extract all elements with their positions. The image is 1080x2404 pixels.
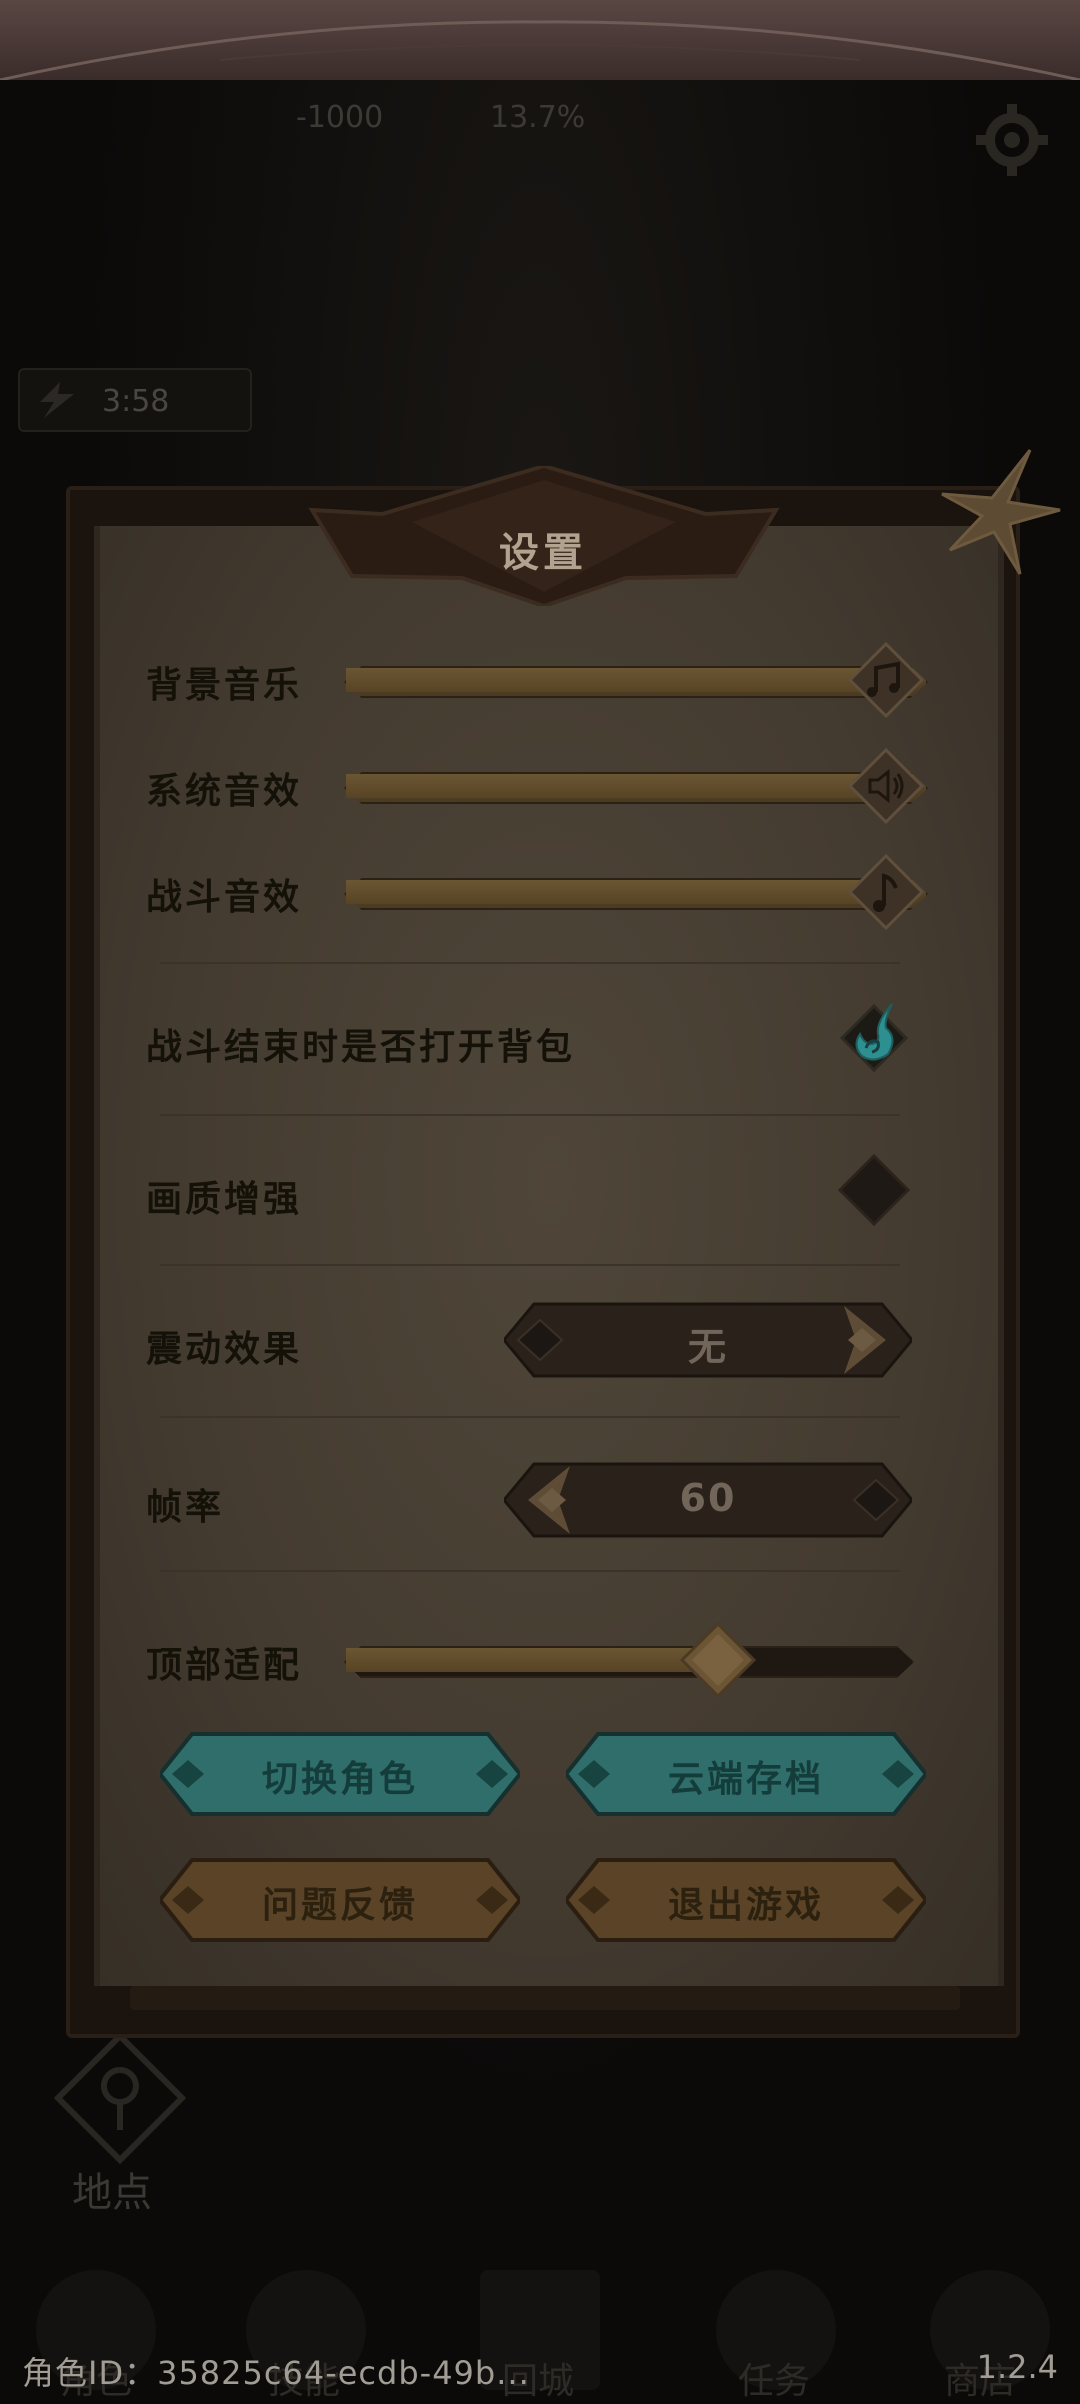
- divider: [160, 1416, 900, 1418]
- map-pin-icon[interactable]: [50, 2030, 190, 2170]
- divider: [160, 1570, 900, 1572]
- top-adapt-label: 顶部适配: [146, 1645, 303, 1686]
- slider-fill: [346, 774, 884, 798]
- divider: [160, 962, 900, 964]
- dialog-title: 设置: [499, 530, 587, 576]
- feedback-label: 问题反馈: [261, 1885, 418, 1926]
- hud-value-left: -1000: [296, 100, 384, 135]
- slider-fill: [346, 880, 884, 904]
- timer-text: 3:58: [102, 384, 170, 419]
- vibration-value: 无: [687, 1325, 728, 1369]
- gear-icon[interactable]: [972, 100, 1052, 180]
- vibration-selector[interactable]: 无: [504, 1302, 912, 1378]
- framerate-selector[interactable]: 60: [504, 1462, 912, 1538]
- cloud-save-button[interactable]: 云端存档: [566, 1730, 926, 1818]
- battle-sfx-label: 战斗音效: [146, 877, 303, 918]
- slider-fill: [346, 668, 884, 692]
- top-frame: [0, 0, 1080, 80]
- switch-role-label: 切换角色: [261, 1759, 418, 1800]
- close-icon[interactable]: [920, 440, 1070, 590]
- quit-button[interactable]: 退出游戏: [566, 1856, 926, 1944]
- hud-value-right: 13.7%: [490, 100, 586, 135]
- feedback-button[interactable]: 问题反馈: [160, 1856, 520, 1944]
- framerate-label: 帧率: [146, 1487, 225, 1528]
- divider: [160, 1114, 900, 1116]
- slider-fill: [346, 1648, 716, 1672]
- version-text: 1.2.4: [976, 2348, 1058, 2386]
- speaker-icon[interactable]: [848, 748, 924, 824]
- bgm-label: 背景音乐: [146, 665, 303, 706]
- role-id-text: 角色ID：35825c64-ecdb-49b...: [22, 2354, 530, 2392]
- switch-role-button[interactable]: 切换角色: [160, 1730, 520, 1818]
- music-note-double-icon[interactable]: [848, 642, 924, 718]
- quality-checkbox[interactable]: [834, 1150, 914, 1230]
- open-bag-checkbox[interactable]: [834, 998, 914, 1078]
- sfx-label: 系统音效: [146, 771, 303, 812]
- lightning-icon: [40, 382, 74, 418]
- divider: [160, 1264, 900, 1266]
- cloud-save-label: 云端存档: [667, 1759, 824, 1800]
- timer-box: 3:58: [18, 368, 252, 432]
- framerate-value: 60: [679, 1476, 737, 1520]
- dialog-bottom-bar: [130, 1986, 960, 2010]
- sfx-slider[interactable]: [344, 748, 928, 824]
- bgm-slider[interactable]: [344, 642, 928, 718]
- vibration-label: 震动效果: [146, 1329, 303, 1370]
- quality-label: 画质增强: [146, 1179, 303, 1220]
- map-label[interactable]: 地点: [72, 2160, 152, 2218]
- top-adapt-slider[interactable]: [344, 1622, 914, 1698]
- battle-sfx-slider[interactable]: [344, 854, 928, 930]
- music-note-icon[interactable]: [848, 854, 924, 930]
- slider-knob[interactable]: [680, 1622, 756, 1698]
- quit-label: 退出游戏: [667, 1885, 824, 1926]
- nav-quest-label[interactable]: 任务: [738, 2352, 810, 2404]
- open-bag-label: 战斗结束时是否打开背包: [146, 1027, 576, 1068]
